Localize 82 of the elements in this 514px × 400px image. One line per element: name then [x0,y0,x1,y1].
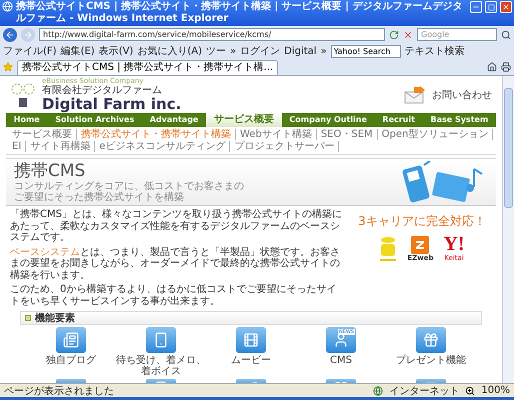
zone-text: インターネット [389,384,460,398]
browser-icon [2,1,13,12]
zoom-level[interactable]: 100% [481,385,510,396]
address-field[interactable]: http://www.digital-farm.com/service/mobileservice/kcms/ [39,28,385,41]
forward-arrow-icon [23,30,33,40]
window-title: 携帯公式サイトCMS | 携帯公式サイト・携帯サイト構築 | サービス概要 | デジタルファームデジタルファーム - Windows Internet Explorer [16,1,464,25]
feature-tile[interactable] [236,327,266,353]
nav-tab[interactable]: サービス概要 [206,113,282,127]
feature-tile[interactable] [146,327,176,353]
menu-overflow[interactable]: » [230,46,236,56]
close-icon [502,3,510,11]
feature-tile[interactable] [56,327,86,353]
ezweb-logo-icon [411,236,430,254]
text-search-button[interactable]: テキスト検索 [404,44,465,58]
movie-icon [243,332,259,348]
link-button[interactable]: ログイン [240,44,280,58]
menu-item[interactable]: ツー [206,44,226,58]
zoom-icon[interactable] [465,386,476,396]
carrier-heading: 3キャリアに完全対応！ [358,213,486,230]
home-icon[interactable] [487,62,497,72]
phone-icon [153,332,169,348]
gift-icon [423,332,439,348]
feature-label[interactable]: ムービー [231,355,271,366]
mail-icon[interactable] [404,86,426,104]
intro-paragraph: このため、0から構築するより、はるかに低コストでご要望にそったサイトをいち早くサービスインする事が出来ます。 [10,284,338,307]
subnav-link[interactable]: サービス概要 [8,129,77,140]
nav-tab[interactable]: Base System [422,113,496,127]
refresh-icon[interactable] [389,30,399,40]
minimize-button[interactable] [470,1,482,13]
page-subtitle: ご要望にそった携帯公式サイトを構築 [14,192,185,202]
intro-paragraph: 「携帯CMS」とは、様々なコンテンツを取り扱う携帯公式サイトの構築にあたって、柔軟なカスタマイズ性能を有するデジタルファームのベースシステムです。 [10,209,343,244]
contact-link[interactable]: お問い合わせ [432,88,492,102]
nav-tab[interactable]: Advantage [142,113,206,127]
subnav-link[interactable]: eビジネスコンサルティング [95,141,230,152]
section-title: 機能要素 [35,312,75,325]
menu-item[interactable]: お気に入り(A) [137,44,202,58]
status-text: ページが表示されました [4,384,114,398]
search-icon[interactable] [501,30,511,40]
maximize-button[interactable] [485,1,497,13]
feature-tile[interactable] [416,327,446,353]
subnav-link[interactable]: Open型ソリューション [378,129,494,140]
feature-label[interactable]: 待ち受け、着メロ、 着ボイス [116,355,206,377]
star-icon[interactable] [3,62,13,72]
link-button[interactable]: Digital [284,46,317,56]
back-arrow-icon [5,30,15,40]
maximize-icon [488,4,494,10]
subnav-link[interactable]: Webサイト構築 [236,129,317,140]
menu-item[interactable]: ファイル(F) [3,44,57,58]
feature-label[interactable]: プレゼント機能 [396,355,466,366]
nav-tab[interactable]: Home [6,113,48,127]
subnav-link[interactable]: プロジェクトサーバー [230,141,340,152]
feature-label[interactable]: 独自ブログ [46,355,96,366]
browser-tab[interactable]: 携帯公式サイトCMS | 携帯公式サイト・携帯サイト構... [17,60,278,74]
bullet-icon [25,315,31,321]
menu-item[interactable]: 表示(V) [98,44,134,58]
cms-icon [333,332,349,348]
page-title: 携帯CMS [14,162,86,180]
page-subtitle: コンサルティングをコアに、低コストでお客さまの [14,180,245,192]
nav-tab[interactable]: Recruit [374,113,423,127]
globe-icon [373,386,384,396]
print-icon[interactable] [501,62,511,72]
coin-stack-icon [379,236,398,262]
intro-paragraph: ベースシステムとは、つまり、製品で言うと「半製品」状態です。お客さまの要望をお聞きしながら、オーダーメイドで最終的な携帯公式サイトの構築を行います。 [10,246,341,281]
links-overflow[interactable]: » [320,46,327,56]
feature-label[interactable]: CMS [330,355,352,366]
nav-tab[interactable]: Company Outline [282,113,375,127]
stop-icon[interactable] [403,30,413,40]
company-name: Digital Farm inc. [42,96,182,112]
logo-icon [10,82,36,108]
subnav-link[interactable]: サイト再構築 [26,141,96,152]
company-name-japanese: 有限会社デジタルファーム [42,85,163,96]
blog-icon [63,332,79,348]
search-field[interactable]: Google [417,28,497,41]
back-button[interactable] [3,28,17,42]
toolbar-search-field[interactable]: Yahoo! Search [330,44,401,58]
subnav-link[interactable]: EI [8,141,26,152]
scrollbar-thumb[interactable] [504,88,513,208]
close-button[interactable] [500,1,512,13]
logo-mark: Y! [443,234,465,254]
nav-tab[interactable]: Solution Archives [47,113,142,127]
menu-item[interactable]: 編集(E) [60,44,95,58]
subnav-link[interactable]: SEO・SEM [316,129,378,140]
